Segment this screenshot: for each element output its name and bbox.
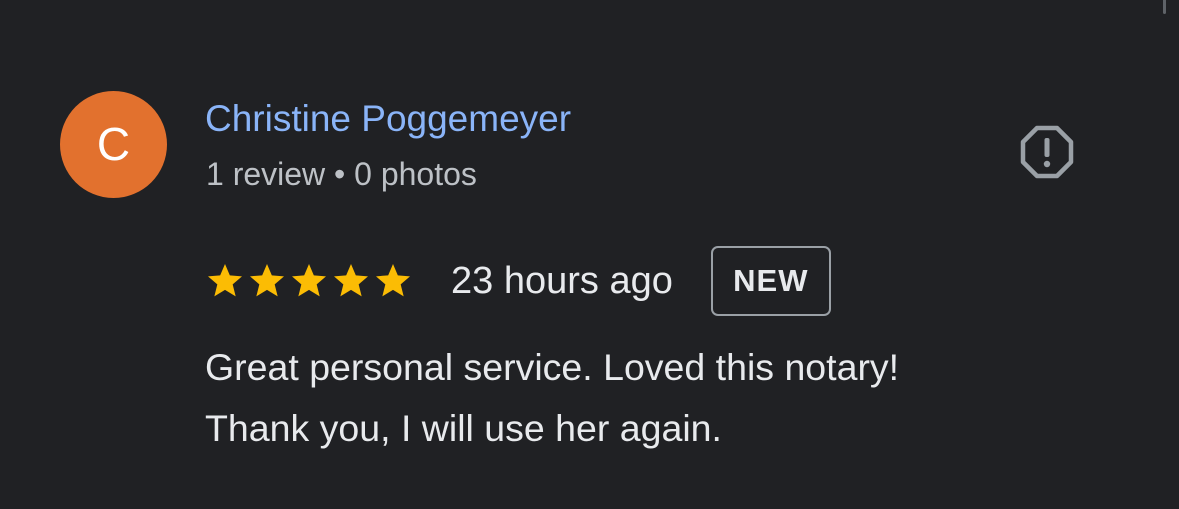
reviewer-stats: 1 review • 0 photos	[206, 156, 477, 192]
star-icon	[292, 263, 326, 296]
review-text: Great personal service. Loved this notar…	[205, 337, 1105, 459]
avatar-initial: C	[96, 117, 131, 170]
star-icon	[250, 263, 284, 296]
review-time: 23 hours ago	[451, 259, 673, 302]
reviewer-name-link[interactable]: Christine Poggemeyer	[205, 96, 571, 142]
review-text-line: Great personal service. Loved this notar…	[205, 346, 900, 388]
review-card: C Christine Poggemeyer 1 review • 0 phot…	[0, 0, 1179, 509]
report-review-button[interactable]	[1013, 120, 1081, 184]
new-badge: NEW	[710, 245, 831, 316]
star-icon	[376, 263, 410, 296]
review-text-line: Thank you, I will use her again.	[205, 407, 722, 449]
reviewer-avatar[interactable]: C	[60, 91, 167, 198]
report-icon	[1020, 125, 1074, 179]
rating-row: 23 hours ago NEW	[205, 243, 831, 318]
star-rating	[205, 261, 413, 301]
star-icon	[334, 263, 368, 296]
star-icon	[208, 263, 242, 296]
